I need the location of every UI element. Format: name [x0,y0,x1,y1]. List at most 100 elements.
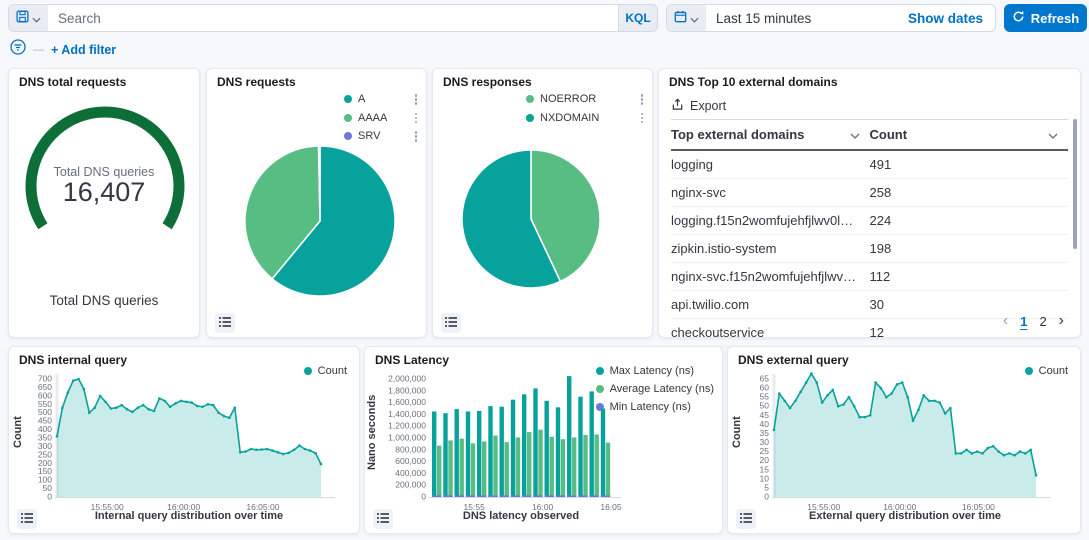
cell-count: 112 [870,263,1069,291]
legend-item[interactable]: NXDOMAIN [526,112,644,125]
search-bar: KQL [8,4,658,32]
filter-divider: — [33,44,44,56]
pagination-prev-icon[interactable]: ‹ [1003,313,1008,329]
panel-dns-total-requests: DNS total requests Total DNS queries 16,… [8,68,200,338]
legend-dot [526,95,534,103]
panel-dns-external-query: DNS external query Count Count 051015202… [727,346,1081,534]
x-axis-label: Internal query distribution over time [57,510,321,522]
legend-menu-icon[interactable] [414,112,419,125]
legend-label: NXDOMAIN [540,112,599,124]
svg-text:2,000,000: 2,000,000 [388,374,426,384]
refresh-label: Refresh [1031,11,1079,26]
legend-label: AAAA [358,112,387,124]
pagination-next-icon[interactable]: › [1059,313,1064,329]
list-icon [740,512,752,527]
panel-title: DNS Top 10 external domains [669,75,838,89]
panel-title: DNS external query [738,353,849,367]
panel-dns-top-external-domains: DNS Top 10 external domains Export Top e… [658,68,1081,338]
chevron-down-icon [32,11,41,26]
cell-domain: checkoutservice [671,319,870,347]
panel-dns-responses: DNS responses NOERROR NXDOMAIN [432,68,653,338]
panel-data-list-button[interactable] [441,313,461,333]
add-filter-link[interactable]: + Add filter [51,43,116,57]
svg-text:200,000: 200,000 [395,480,426,490]
svg-text:1,000,000: 1,000,000 [388,433,426,443]
cell-count: 198 [870,235,1069,263]
column-header-count[interactable]: Count [870,120,1069,151]
pie-chart [461,149,601,289]
legend-item[interactable]: AAAA [344,112,418,125]
time-range-value[interactable]: Last 15 minutes [706,5,896,31]
table-row: nginx-svc258 [671,179,1068,207]
refresh-icon [1012,10,1025,26]
bar-chart: 0200,000400,000600,000800,0001,000,0001,… [365,367,724,517]
panel-data-list-button[interactable] [215,313,235,333]
column-header-label: Top external domains [671,127,804,142]
legend-menu-icon[interactable] [640,93,645,106]
legend-menu-icon[interactable] [414,130,419,143]
svg-text:60: 60 [760,383,770,393]
svg-text:30: 30 [760,437,770,447]
query-language-badge[interactable]: KQL [618,5,657,31]
column-header-domains[interactable]: Top external domains [671,120,870,151]
legend-label: A [358,93,365,105]
legend-item[interactable]: NOERROR [526,93,644,106]
table-row: logging.f15n2womfujehfjlwv0lgs3nog....22… [671,207,1068,235]
table-row: logging491 [671,150,1068,179]
sort-chevron-icon [850,127,860,142]
area-chart: 0501001502002503003504004505005506006507… [9,367,361,517]
legend-menu-icon[interactable] [414,93,419,106]
svg-text:800,000: 800,000 [395,444,426,454]
table-scrollbar[interactable] [1073,119,1077,249]
svg-text:15: 15 [760,464,770,474]
filter-icon[interactable] [10,39,26,60]
svg-text:5: 5 [764,482,769,492]
cell-domain: zipkin.istio-system [671,235,870,263]
export-label: Export [690,99,726,113]
time-picker: Last 15 minutes Show dates [666,4,996,32]
panel-data-list-button[interactable] [17,509,37,529]
panel-title: DNS requests [217,75,296,89]
svg-text:45: 45 [760,410,770,420]
legend-item[interactable]: A [344,93,418,106]
area-chart: 0510152025303540455055606515:55:0016:00:… [728,367,1082,517]
export-icon [671,98,684,114]
legend: NOERROR NXDOMAIN [526,93,644,124]
legend-dot [344,95,352,103]
refresh-button[interactable]: Refresh [1004,4,1087,32]
date-picker-calendar-button[interactable] [667,5,706,31]
saved-query-menu-button[interactable] [9,5,48,31]
svg-text:700: 700 [38,374,52,384]
pagination-page-2[interactable]: 2 [1039,314,1046,329]
legend-dot [344,132,352,140]
cell-count: 491 [870,150,1069,179]
show-dates-link[interactable]: Show dates [896,5,995,31]
panel-data-list-button[interactable] [736,509,756,529]
x-axis-label: External query distribution over time [774,510,1036,522]
export-button[interactable]: Export [671,98,726,114]
filter-bar: — + Add filter [10,39,116,60]
legend-item[interactable]: SRV [344,130,418,143]
svg-text:20: 20 [760,455,770,465]
svg-text:1,800,000: 1,800,000 [388,385,426,395]
cell-domain: api.twilio.com [671,291,870,319]
save-icon [16,10,29,26]
svg-text:400,000: 400,000 [395,468,426,478]
svg-text:25: 25 [760,446,770,456]
table-row: nginx-svc.f15n2womfujehfjlwv0lgs3no...11… [671,263,1068,291]
search-input[interactable] [48,5,618,31]
calendar-icon [674,10,687,26]
panel-title: DNS Latency [375,353,449,367]
panel-data-list-button[interactable] [373,509,393,529]
svg-text:600,000: 600,000 [395,456,426,466]
svg-text:10: 10 [760,473,770,483]
svg-text:1,200,000: 1,200,000 [388,421,426,431]
cell-domain: logging [671,150,870,179]
table-row: zipkin.istio-system198 [671,235,1068,263]
list-icon [445,316,457,331]
pagination-page-1[interactable]: 1 [1020,314,1027,329]
panel-title: DNS responses [443,75,532,89]
legend-label: SRV [358,130,380,142]
legend-dot [526,114,534,122]
legend-menu-icon[interactable] [640,112,645,125]
